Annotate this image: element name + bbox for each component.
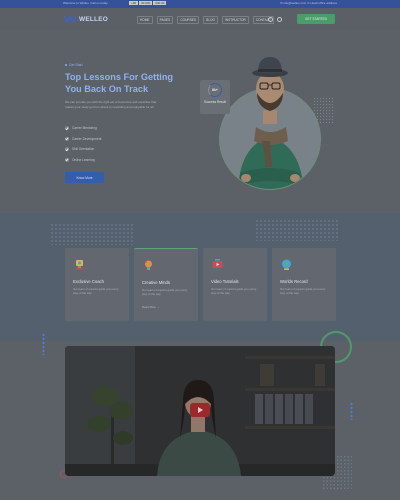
hero-visual: 8k+ Success Result [200,45,350,200]
trophy-icon [76,260,83,270]
feature-card-exclusive-coach[interactable]: Exclusive Coach Our team of experts guid… [65,248,129,321]
site-logo[interactable]: WELLEO [64,14,108,24]
feature-card-video-tutorials[interactable]: Video Tutorials Our team of experts guid… [203,248,267,321]
hero-feature-list: Career Mentoring Career Development Skil… [65,123,101,165]
list-item-label: Career Development [72,136,102,141]
feature-card-worlds-record[interactable]: Worlds Record Our team of experts guide … [272,248,336,321]
topbar-phone[interactable]: +00 00 000 000 00 [128,1,167,5]
badge-label: Success Result [204,100,226,104]
card-description: Our team of experts guide you every step… [211,287,257,295]
check-icon [65,147,69,152]
header-icons [268,17,282,22]
check-icon [65,126,69,131]
card-title: Worlds Record [280,279,308,284]
play-icon [198,407,203,413]
phone-badge: 00 000 [139,1,153,5]
logo-mark-icon [64,15,77,23]
card-title: Video Tutorials [211,279,239,284]
list-item: Career Mentoring [65,123,101,134]
video-banner[interactable] [65,346,335,476]
dots-decoration [50,223,135,245]
list-item: Skill Orientation [65,144,101,155]
dots-decoration [313,97,335,123]
nav-item-home[interactable]: HOME [137,16,153,24]
success-badge-card: 8k+ Success Result [200,80,230,114]
get-started-button[interactable]: GET STARTED [297,14,335,24]
top-info-bar: Welcome to Welleo. Call us today +00 00 0… [0,0,400,8]
feature-card-creative-minds[interactable]: Creative Minds Our team of experts guide… [134,248,198,321]
dots-decoration [350,402,353,420]
hero-kicker: Get Start [65,63,83,67]
site-header: WELLEO HOME PAGES COURSES BLOG INSTRUCTO… [0,8,400,30]
hero-title: Top Lessons For Getting You Back On Trac… [65,72,174,94]
list-item-label: Online Learning [72,157,95,162]
list-item: Online Learning [65,155,101,166]
card-title: Exclusive Coach [73,279,104,284]
main-nav: HOME PAGES COURSES BLOG INSTRUCTOR CONTA… [137,16,274,24]
topbar-welcome-text: Welcome to Welleo. Call us today [63,1,108,5]
card-description: Our team of experts guide you every step… [280,287,326,295]
topbar-contact-text[interactable]: ✉ info@welleo.com ⊙ Head office address [280,1,337,5]
card-description: Our team of experts guide you every step… [73,287,119,295]
play-button[interactable] [190,403,210,417]
card-link[interactable]: Read More → [142,305,159,309]
list-item-label: Skill Orientation [72,147,95,152]
nav-item-instructor[interactable]: INSTRUCTOR [221,16,249,24]
hero-description: We can provide you with the right set of… [65,100,157,109]
dots-decoration [42,333,45,355]
hero-kicker-text: Get Start [69,63,83,67]
know-more-button[interactable]: Know More [65,172,104,183]
logo-text: WELLEO [79,15,109,23]
nav-item-pages[interactable]: PAGES [156,16,174,24]
search-icon[interactable] [268,17,273,22]
list-item: Career Development [65,134,101,145]
cart-icon[interactable] [277,17,282,22]
phone-badge: +00 [129,1,139,5]
dots-decoration [255,219,340,241]
check-icon [65,136,69,141]
nav-item-blog[interactable]: BLOG [203,16,218,24]
list-item-label: Career Mentoring [72,126,97,131]
check-icon [65,157,69,162]
globe-icon [282,259,291,270]
video-icon [212,259,223,268]
card-description: Our team of experts guide you every step… [142,288,188,296]
bulb-icon [145,260,152,270]
nav-item-courses[interactable]: COURSES [177,16,200,24]
phone-badge: 000 00 [153,1,167,5]
card-title: Creative Minds [142,280,170,285]
badge-number: 8k+ [212,88,218,92]
kicker-dot-icon [65,64,67,66]
